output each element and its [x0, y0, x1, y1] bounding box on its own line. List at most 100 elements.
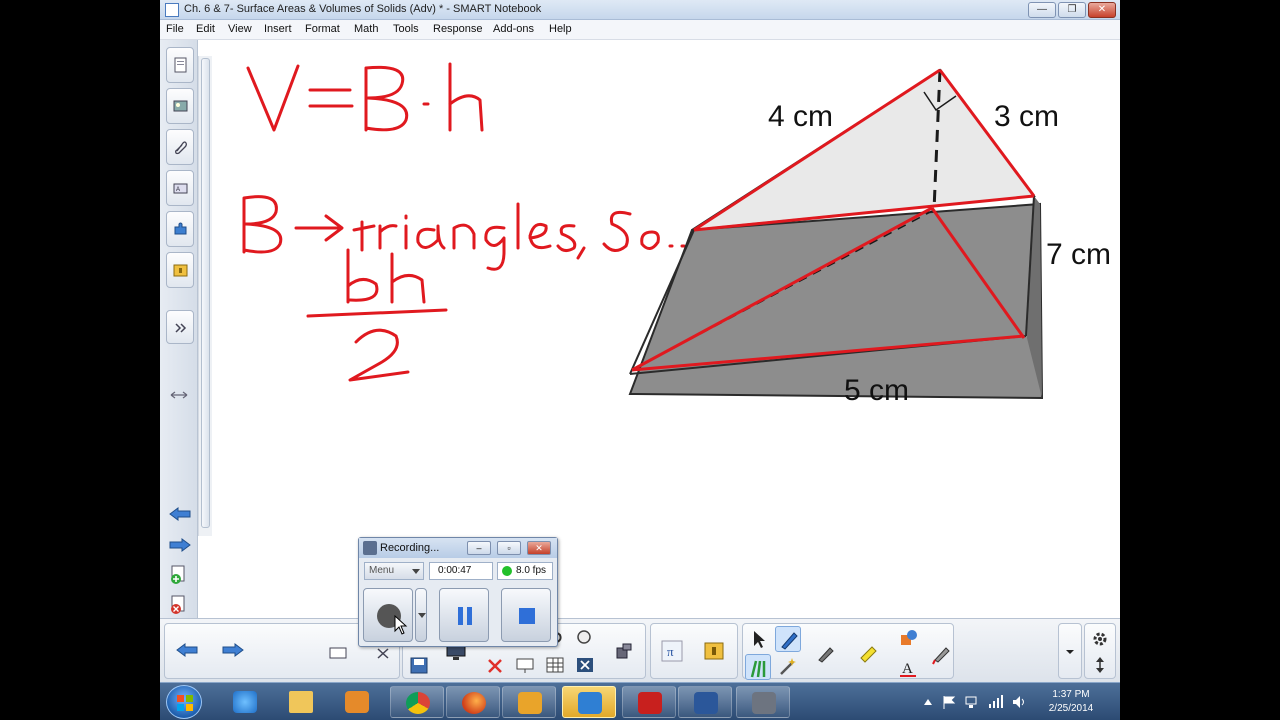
pi-icon: π — [661, 640, 683, 662]
triangular-prism[interactable] — [628, 68, 1044, 400]
action-center-flag-icon[interactable] — [942, 694, 956, 710]
zoom-icon[interactable] — [575, 628, 595, 646]
add-page-icon[interactable] — [169, 565, 189, 585]
record-button[interactable] — [363, 588, 413, 642]
taskbar-chrome[interactable] — [390, 686, 444, 718]
menu-tools[interactable]: Tools — [393, 23, 419, 35]
menu-math[interactable]: Math — [354, 23, 378, 35]
page-drawing: 4 cm 3 cm 7 cm 5 cm — [242, 62, 1111, 407]
table-icon[interactable] — [545, 656, 565, 674]
start-button[interactable] — [166, 685, 202, 719]
tab-gallery[interactable] — [166, 88, 194, 124]
next-page-icon[interactable] — [221, 642, 245, 658]
tab-addons[interactable] — [166, 211, 194, 247]
highlighter-button[interactable] — [855, 640, 881, 666]
taskbar-firefox[interactable] — [446, 686, 500, 718]
record-options-dropdown[interactable] — [415, 588, 427, 642]
label-4cm[interactable]: 4 cm — [768, 100, 833, 133]
taskbar-clock[interactable]: 1:37 PM 2/25/2014 — [1036, 688, 1106, 716]
recorder-close-button[interactable]: ✕ — [527, 541, 551, 555]
pause-button[interactable] — [439, 588, 489, 642]
label-5cm[interactable]: 5 cm — [844, 374, 909, 407]
show-hidden-icons-icon[interactable] — [924, 698, 932, 706]
lesson-activity-button[interactable] — [701, 638, 727, 664]
taskbar-acrobat[interactable] — [622, 686, 676, 718]
smart-notebook-icon — [165, 3, 179, 17]
taskbar-outlook[interactable] — [502, 686, 556, 718]
taskbar-media[interactable] — [330, 686, 384, 718]
outlook-icon — [518, 692, 542, 714]
recorder-window[interactable]: Recording... – ▫ ✕ Menu 0:00:47 8.0 fps — [358, 537, 558, 647]
tab-lesson-activity[interactable] — [166, 252, 194, 288]
previous-page-icon[interactable] — [175, 642, 199, 658]
resize-arrows-icon[interactable] — [170, 390, 188, 400]
network-icon[interactable] — [964, 694, 978, 710]
taskbar-explorer[interactable] — [274, 686, 328, 718]
recorder-maximize-button[interactable]: ▫ — [497, 541, 521, 555]
taskbar-ie[interactable] — [218, 686, 272, 718]
folder-icon — [289, 691, 313, 713]
stop-button[interactable] — [501, 588, 551, 642]
label-7cm[interactable]: 7 cm — [1046, 238, 1111, 271]
acrobat-icon — [638, 692, 662, 714]
shapes-button[interactable] — [895, 626, 921, 652]
gear-icon[interactable] — [1091, 630, 1109, 648]
tab-expand[interactable] — [166, 310, 194, 344]
label-3cm[interactable]: 3 cm — [994, 100, 1059, 133]
menu-edit[interactable]: Edit — [196, 23, 215, 35]
full-screen-icon[interactable] — [515, 656, 535, 674]
magic-pen-button[interactable] — [775, 654, 801, 680]
signal-bars-icon[interactable] — [988, 695, 1004, 709]
volume-icon[interactable] — [1012, 695, 1028, 709]
menu-view[interactable]: View — [228, 23, 252, 35]
minimize-button[interactable]: — — [1028, 2, 1056, 18]
save-icon[interactable] — [409, 656, 429, 674]
clock-date: 2/25/2014 — [1048, 703, 1094, 714]
menu-insert[interactable]: Insert — [264, 23, 292, 35]
eraser-pen-button[interactable] — [813, 640, 839, 666]
properties-icon: A — [173, 183, 188, 194]
move-toolbar-icon[interactable] — [1093, 656, 1107, 674]
vertical-scrollbar[interactable] — [198, 56, 212, 536]
taskbar-word[interactable] — [678, 686, 732, 718]
screen-shade-icon[interactable] — [329, 646, 347, 660]
taskbar-smart-notebook[interactable] — [562, 686, 616, 718]
delete-page-icon[interactable] — [169, 595, 189, 615]
page-sorter-icon — [174, 57, 187, 73]
taskbar-document-camera[interactable] — [736, 686, 790, 718]
menu-format[interactable]: Format — [305, 23, 340, 35]
scrollbar-thumb[interactable] — [201, 58, 210, 528]
stop-icon — [519, 608, 535, 624]
toolbar-more-dropdown[interactable] — [1058, 623, 1082, 679]
recorder-minimize-button[interactable]: – — [467, 541, 491, 555]
cancel-x-icon[interactable] — [485, 656, 505, 674]
delete-icon[interactable] — [375, 646, 393, 660]
maximize-button[interactable]: ❐ — [1058, 2, 1086, 18]
record-options-chevron-icon — [418, 613, 426, 618]
menu-help[interactable]: Help — [549, 23, 572, 35]
windows-logo-icon — [177, 695, 193, 711]
tab-attachments[interactable] — [166, 129, 194, 165]
tab-properties[interactable]: A — [166, 170, 194, 206]
menu-addons[interactable]: Add-ons — [493, 23, 534, 35]
math-tools-button[interactable]: π — [659, 638, 685, 664]
main-toolbar: π A — [160, 618, 1120, 682]
notebook-page[interactable]: 4 cm 3 cm 7 cm 5 cm — [212, 40, 1120, 618]
properties-pen-button[interactable] — [929, 640, 955, 666]
next-page-arrow-icon[interactable] — [168, 537, 192, 553]
menu-file[interactable]: File — [166, 23, 184, 35]
tab-page-sorter[interactable] — [166, 47, 194, 83]
document-camera-icon[interactable] — [613, 642, 635, 662]
close-box-icon[interactable] — [575, 656, 595, 674]
creative-pen-button[interactable] — [745, 654, 771, 680]
pen-tool-button[interactable] — [775, 626, 801, 652]
word-icon — [694, 692, 718, 714]
close-button[interactable]: ✕ — [1088, 2, 1116, 18]
select-tool-button[interactable] — [745, 626, 771, 652]
recorder-menu-dropdown[interactable]: Menu — [364, 562, 424, 580]
menu-response[interactable]: Response — [433, 23, 483, 35]
ink-strokes[interactable] — [242, 62, 698, 382]
recorder-title-bar[interactable]: Recording... – ▫ ✕ — [359, 538, 557, 558]
previous-page-arrow-icon[interactable] — [168, 506, 192, 522]
text-button[interactable]: A — [895, 654, 921, 680]
